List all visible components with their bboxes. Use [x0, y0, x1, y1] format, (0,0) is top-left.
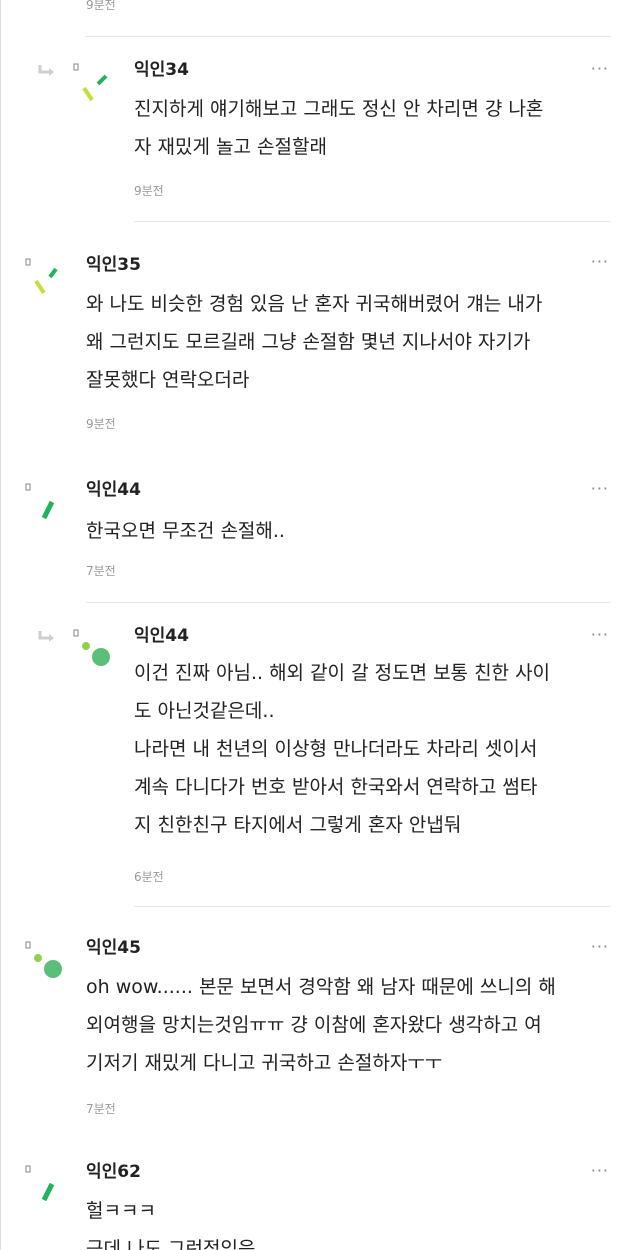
- comment-text: 진지하게 얘기해보고 그래도 정신 안 차리면 걍 나혼 자 재밌게 놀고 손절…: [134, 90, 543, 166]
- comment-text: 헐ㅋㅋㅋ 근데 나도 그런적있음: [86, 1192, 255, 1250]
- comment-item: 익인44 ··· 이건 진짜 아님.. 해외 같이 갈 정도면 보통 친한 사이…: [0, 618, 625, 910]
- avatar-icon: [25, 1165, 55, 1202]
- more-options-icon[interactable]: ···: [591, 481, 609, 497]
- comment-author[interactable]: 익인44: [86, 480, 141, 500]
- comment-line: 외여행을 망치는것임ㅠㅠ 걍 이참에 혼자왔다 생각하고 여: [86, 1014, 542, 1036]
- comment-author[interactable]: 익인45: [86, 938, 141, 958]
- comment-text: 한국오면 무조건 손절해..: [86, 512, 285, 550]
- comment-line: 지 친한친구 타지에서 그렇게 혼자 안냅둬: [134, 814, 462, 836]
- comment-item: 익인44 ··· 한국오면 무조건 손절해.. 7분전: [0, 472, 625, 604]
- comment-item: 익인45 ··· oh wow...... 본문 보면서 경악함 왜 남자 때문…: [0, 930, 625, 1130]
- more-options-icon[interactable]: ···: [591, 1163, 609, 1179]
- comment-author[interactable]: 익인44: [134, 626, 189, 646]
- comment-time: 9분전: [134, 184, 164, 198]
- comment-author[interactable]: 익인34: [134, 60, 189, 80]
- avatar-icon: [25, 483, 55, 520]
- more-options-icon[interactable]: ···: [591, 61, 609, 77]
- comment-text: 와 나도 비슷한 경험 있음 난 혼자 귀국해버렸어 걔는 내가 왜 그런지도 …: [86, 285, 542, 399]
- comment-item: 익인35 ··· 와 나도 비슷한 경험 있음 난 혼자 귀국해버렸어 걔는 내…: [0, 245, 625, 465]
- comment-text: 이건 진짜 아님.. 해외 같이 갈 정도면 보통 친한 사이 도 아닌것같은데…: [134, 654, 550, 844]
- more-options-icon[interactable]: ···: [591, 939, 609, 955]
- avatar-icon: [25, 941, 62, 978]
- comment-line: 계속 다니다가 번호 받아서 한국와서 연락하고 썸타: [134, 776, 538, 798]
- comment-author[interactable]: 익인35: [86, 255, 141, 275]
- reply-arrow-icon: [38, 631, 54, 642]
- comment-line: 이건 진짜 아님.. 해외 같이 갈 정도면 보통 친한 사이: [134, 662, 551, 684]
- comment-time: 7분전: [86, 564, 116, 578]
- comment-line: 근데 나도 그런적있음: [86, 1238, 256, 1250]
- comment-item: 익인34 ··· 진지하게 얘기해보고 그래도 정신 안 차리면 걍 나혼 자 …: [0, 52, 625, 224]
- comment-time: 6분전: [134, 870, 164, 884]
- comment-line: 헐ㅋㅋㅋ: [86, 1200, 156, 1222]
- comment-line: 잘못했다 연락오더라: [86, 369, 250, 391]
- comment-time: 9분전: [86, 417, 116, 431]
- comment-line: 진지하게 얘기해보고 그래도 정신 안 차리면 걍 나혼: [134, 98, 544, 120]
- more-options-icon[interactable]: ···: [591, 254, 609, 270]
- comment-line: 자 재밌게 놀고 손절할래: [134, 136, 327, 158]
- comment-partial: 9분전: [0, 0, 625, 40]
- comment-item: 익인62 ··· 헐ㅋㅋㅋ 근데 나도 그런적있음: [0, 1154, 625, 1250]
- avatar-icon: [25, 258, 58, 295]
- comment-line: oh wow...... 본문 보면서 경악함 왜 남자 때문에 쓰니의 해: [86, 976, 556, 998]
- comment-divider: [86, 602, 611, 603]
- comment-line: 와 나도 비슷한 경험 있음 난 혼자 귀국해버렸어 걔는 내가: [86, 293, 543, 315]
- comment-time: 9분전: [86, 0, 116, 12]
- comment-line: 기저기 재밌게 다니고 귀국하고 손절하자ㅜㅜ: [86, 1052, 443, 1074]
- comment-divider: [134, 906, 611, 907]
- comment-line: 한국오면 무조건 손절해..: [86, 520, 285, 542]
- avatar-icon: [73, 629, 110, 666]
- more-options-icon[interactable]: ···: [591, 627, 609, 643]
- comment-line: 도 아닌것같은데..: [134, 700, 275, 722]
- comment-text: oh wow...... 본문 보면서 경악함 왜 남자 때문에 쓰니의 해 외…: [86, 968, 556, 1082]
- avatar-icon: [73, 63, 108, 102]
- comment-author[interactable]: 익인62: [86, 1162, 141, 1182]
- comment-divider: [86, 36, 611, 37]
- comment-line: 나라면 내 천년의 이상형 만나더라도 차라리 셋이서: [134, 738, 538, 760]
- comment-time: 7분전: [86, 1102, 116, 1116]
- comment-divider: [134, 221, 611, 222]
- comment-line: 왜 그런지도 모르길래 그냥 손절함 몇년 지나서야 자기가: [86, 331, 531, 353]
- reply-arrow-icon: [38, 65, 54, 76]
